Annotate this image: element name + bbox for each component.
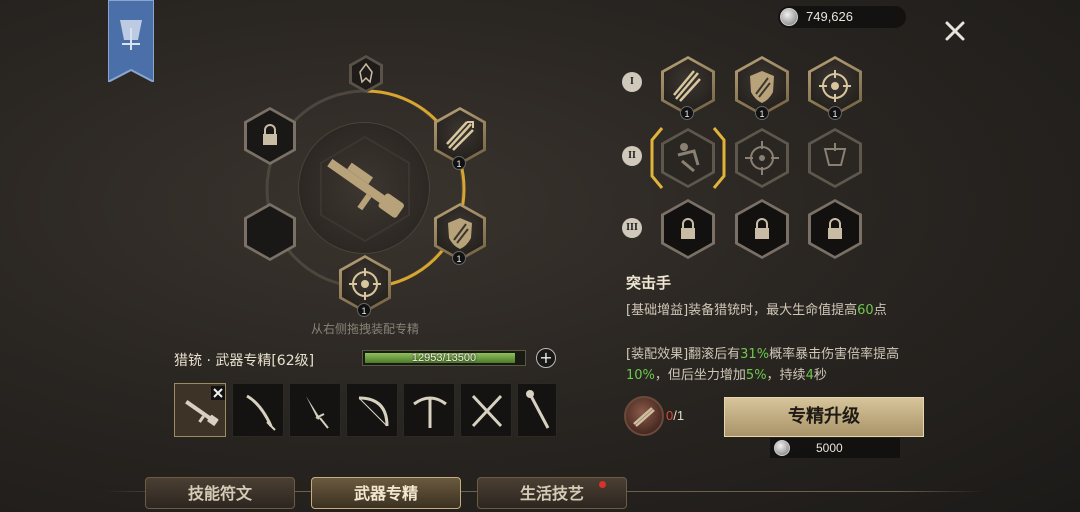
weapon-slot-musket[interactable] bbox=[174, 383, 226, 437]
skill-count-badge: 1 bbox=[828, 106, 842, 120]
dual-blades-icon bbox=[471, 394, 503, 428]
arrow-burst-icon bbox=[673, 70, 701, 102]
crosshair-icon bbox=[819, 70, 851, 102]
upgrade-cost-value: 5000 bbox=[816, 441, 843, 455]
weapon-slot-staff[interactable] bbox=[517, 383, 557, 437]
skill-count-badge: 1 bbox=[452, 156, 466, 170]
banner-icon bbox=[107, 0, 155, 84]
lock-icon bbox=[755, 218, 769, 239]
guild-banner[interactable] bbox=[107, 0, 155, 84]
spec-upgrade-button[interactable]: 专精升级 bbox=[724, 397, 924, 437]
weapon-slot-crossbow[interactable] bbox=[403, 383, 455, 437]
tab-skill-runes[interactable]: 技能符文 bbox=[145, 477, 295, 509]
musket-icon bbox=[320, 135, 410, 243]
equipped-icon bbox=[211, 386, 225, 400]
helmet-icon bbox=[359, 62, 373, 84]
add-xp-button[interactable]: + bbox=[536, 348, 556, 368]
base-buff-text: [基础增益]装备猎铳时，最大生命值提高60点 bbox=[626, 303, 887, 318]
xp-progress-bar: 12953/13500 bbox=[362, 350, 526, 366]
weapon-slot-dual-blades[interactable] bbox=[460, 383, 512, 437]
scimitar-icon bbox=[246, 394, 276, 431]
skill-locked-1[interactable] bbox=[661, 199, 715, 259]
equip-effect-text: [装配效果]翻滚后有31%概率暴击伤害倍率提高10%，但后坐力增加5%，持续4秒 bbox=[626, 347, 900, 383]
close-icon bbox=[945, 21, 965, 41]
skill-locked-2[interactable] bbox=[735, 199, 789, 259]
skill-count-badge: 1 bbox=[755, 106, 769, 120]
arrow-burst-icon bbox=[446, 121, 474, 151]
staff-icon bbox=[526, 390, 550, 429]
skill-locked-3[interactable] bbox=[808, 199, 862, 259]
upgrade-cost: 5000 bbox=[770, 438, 900, 458]
weapon-slot-scimitar[interactable] bbox=[232, 383, 284, 437]
tab-weapon-spec[interactable]: 武器专精 bbox=[311, 477, 461, 509]
lock-icon bbox=[681, 218, 695, 239]
skill-name: 突击手 bbox=[626, 274, 672, 292]
currency-display: 749,626 bbox=[778, 6, 906, 28]
currency-amount: 749,626 bbox=[806, 9, 853, 24]
material-count: 0/1 bbox=[666, 408, 685, 423]
roll-icon bbox=[677, 143, 700, 173]
tier-label-2: II bbox=[622, 146, 642, 166]
drag-hint-text: 从右侧拖拽装配专精 bbox=[310, 322, 419, 336]
weapon-emblem bbox=[298, 122, 430, 254]
lock-icon bbox=[263, 124, 277, 145]
close-button[interactable] bbox=[940, 16, 970, 46]
skill-count-badge: 1 bbox=[680, 106, 694, 120]
weapon-slot-dagger[interactable] bbox=[289, 383, 341, 437]
crossbow-icon bbox=[413, 396, 447, 428]
notification-dot bbox=[599, 481, 606, 488]
xp-text: 12953/13500 bbox=[411, 352, 477, 364]
skill-count-badge: 1 bbox=[452, 251, 466, 265]
target-icon bbox=[745, 141, 779, 175]
tier-label-3: III bbox=[622, 218, 642, 238]
spec-title: 猎铳 · 武器专精[62级] bbox=[174, 353, 315, 369]
skill-count-badge: 1 bbox=[357, 303, 371, 317]
weapon-slot-bow[interactable] bbox=[346, 383, 398, 437]
lock-icon bbox=[828, 218, 842, 239]
banner-flag-icon bbox=[823, 143, 847, 166]
silver-coin-icon bbox=[774, 440, 790, 456]
skill-target[interactable] bbox=[735, 128, 789, 188]
silver-coin-icon bbox=[780, 8, 798, 26]
skill-banner[interactable] bbox=[808, 128, 862, 188]
weapon-material-icon bbox=[633, 407, 655, 427]
tier-label-1: I bbox=[622, 72, 642, 92]
bow-icon bbox=[358, 396, 389, 427]
dagger-icon bbox=[306, 396, 329, 429]
shield-icon bbox=[750, 71, 774, 103]
material-item-icon[interactable] bbox=[624, 396, 664, 436]
